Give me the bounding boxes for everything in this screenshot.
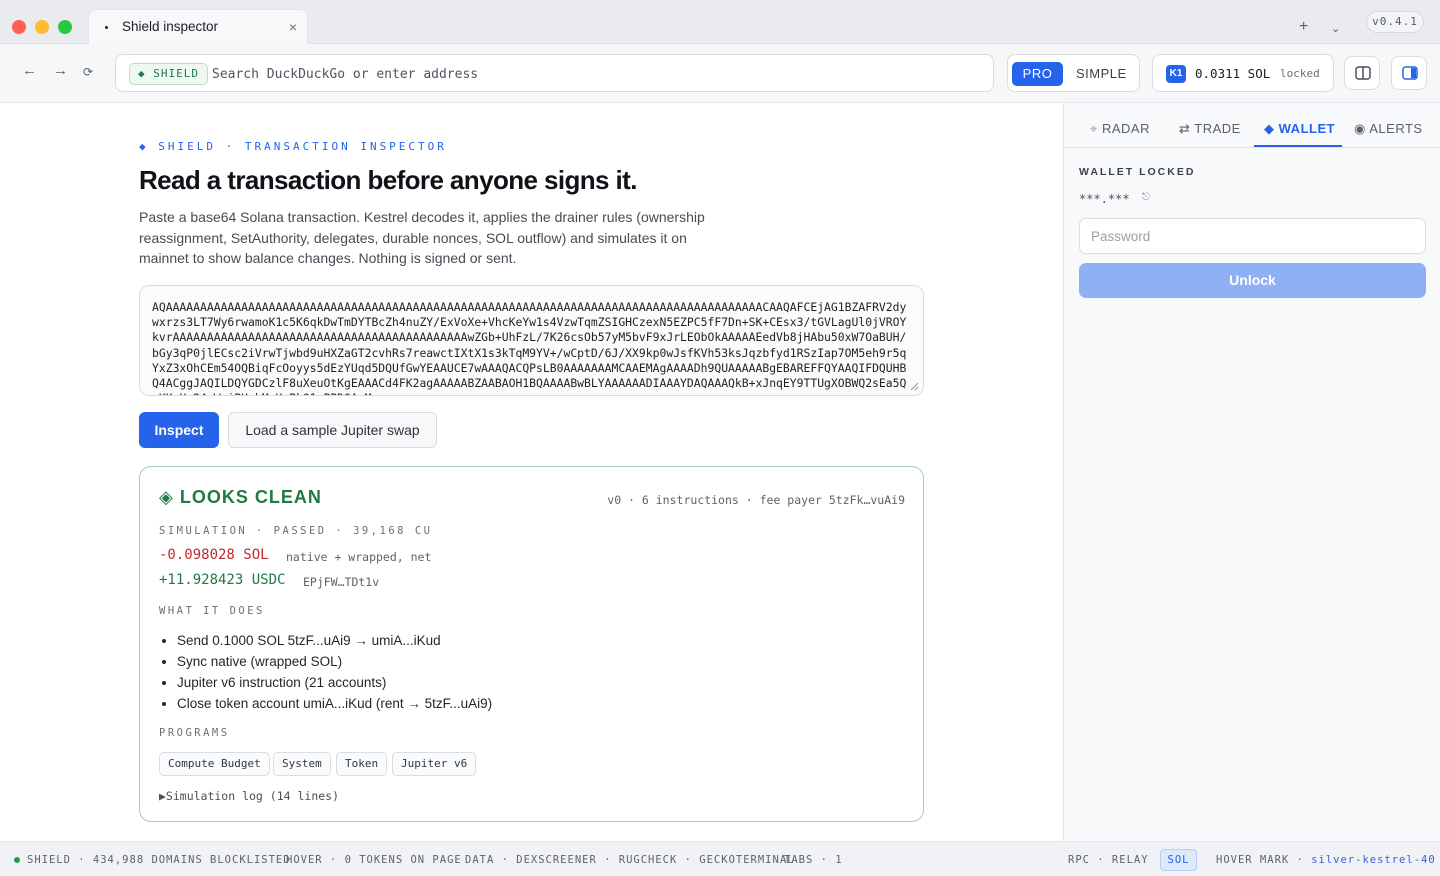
balance-amount: 0.0311 SOL (1195, 66, 1271, 81)
simulation-status: SIMULATION · PASSED · 39,168 CU (159, 525, 433, 537)
verdict-heading: ◈ LOOKS CLEAN (159, 487, 322, 508)
hover-mark-status: HOVER MARK · silver-kestrel-40 (1216, 854, 1436, 866)
usdc-mint-address: EPjFW…TDt1v (303, 575, 380, 589)
close-window-button[interactable] (12, 20, 26, 34)
new-tab-icon[interactable]: + (1299, 18, 1308, 36)
list-item: Close token account umiA...iKud (rent → … (177, 693, 492, 714)
inspector-main: ◆ SHIELD · TRANSACTION INSPECTOR Read a … (0, 103, 1063, 841)
split-view-button[interactable] (1344, 56, 1380, 90)
shield-chip[interactable]: ◆ SHIELD (129, 63, 208, 85)
program-chip-compute-budget: Compute Budget (159, 752, 270, 776)
transaction-meta: v0 · 6 instructions · fee payer 5tzFk…vu… (607, 493, 905, 507)
sol-balance-change: -0.098028 SOL (159, 547, 269, 563)
title-bar: Shield inspector × + ⌄ v0.4.1 (0, 0, 1440, 44)
minimize-window-button[interactable] (35, 20, 49, 34)
transaction-text[interactable]: AQAAAAAAAAAAAAAAAAAAAAAAAAAAAAAAAAAAAAAA… (152, 300, 912, 395)
verdict-diamond-icon: ◈ (159, 487, 174, 507)
tab-close-icon[interactable]: × (289, 19, 297, 35)
list-item: Sync native (wrapped SOL) (177, 651, 492, 672)
swap-arrows-icon: ⇄ (1179, 121, 1191, 136)
tab-wallet[interactable]: ◆ WALLET (1264, 121, 1335, 137)
inspect-button[interactable]: Inspect (139, 412, 219, 448)
forward-arrow-icon[interactable]: → (53, 62, 68, 79)
tab-favicon-dot (105, 26, 108, 29)
rpc-status: RPC · RELAY (1068, 854, 1149, 866)
side-panel: ⌖ RADAR ⇄ TRADE ◆ WALLET ◉ ALERTS WALLET… (1063, 103, 1440, 841)
radar-icon: ⌖ (1090, 121, 1098, 136)
address-bar[interactable]: ◆ SHIELD (115, 54, 994, 92)
simulation-log-toggle[interactable]: ▶Simulation log (14 lines) (159, 789, 339, 803)
data-sources-status: DATA · DEXSCREENER · RUGCHECK · GECKOTER… (465, 854, 795, 866)
zoom-window-button[interactable] (58, 20, 72, 34)
browser-tab[interactable]: Shield inspector × (88, 9, 308, 44)
alert-dot-icon: ◉ (1354, 121, 1366, 136)
hover-status: HOVER · 0 TOKENS ON PAGE (286, 854, 462, 866)
transaction-input[interactable]: AQAAAAAAAAAAAAAAAAAAAAAAAAAAAAAAAAAAAAAA… (139, 285, 924, 396)
hidden-balance: ***.*** (1079, 192, 1130, 206)
list-item: Jupiter v6 instruction (21 accounts) (177, 672, 492, 693)
program-chip-token: Token (336, 752, 388, 776)
back-arrow-icon[interactable]: ← (22, 62, 37, 79)
password-field[interactable] (1079, 218, 1426, 254)
page-description: Paste a base64 Solana transaction. Kestr… (139, 209, 705, 267)
version-badge: v0.4.1 (1366, 11, 1424, 33)
wallet-locked-label: WALLET LOCKED (1079, 166, 1196, 178)
toolbar: ← → ⟳ ◆ SHIELD PRO SIMPLE K1 0.0311 SOL … (0, 44, 1440, 103)
mode-toggle: PRO SIMPLE (1007, 54, 1140, 92)
list-item: Send 0.1000 SOL 5tzF...uAi9 → umiA...iKu… (177, 630, 492, 651)
program-chip-system: System (273, 752, 331, 776)
shield-status: SHIELD · 434,988 DOMAINS BLOCKLISTED (27, 854, 291, 866)
split-view-icon (1355, 66, 1371, 80)
tabs-status: TABS · 1 (784, 854, 843, 866)
tab-trade-label: TRADE (1194, 121, 1241, 136)
tab-trade[interactable]: ⇄ TRADE (1179, 121, 1241, 137)
sol-network-badge[interactable]: SOL (1160, 849, 1197, 871)
hover-mark-name: silver-kestrel-40 (1311, 854, 1436, 866)
diamond-icon: ◆ (1264, 121, 1275, 136)
tab-wallet-label: WALLET (1278, 121, 1336, 136)
tab-alerts-label: ALERTS (1369, 121, 1423, 136)
tab-title: Shield inspector (122, 19, 219, 34)
reveal-balance-icon[interactable]: ⎋ (1142, 192, 1150, 203)
tab-radar[interactable]: ⌖ RADAR (1090, 121, 1150, 137)
mode-pro-button[interactable]: PRO (1012, 62, 1063, 86)
tab-alerts[interactable]: ◉ ALERTS (1354, 121, 1423, 137)
sidebar-icon (1402, 66, 1418, 80)
action-list: Send 0.1000 SOL 5tzF...uAi9 → umiA...iKu… (177, 630, 492, 714)
usdc-balance-change: +11.928423 USDC (159, 572, 286, 588)
status-bar: SHIELD · 434,988 DOMAINS BLOCKLISTED HOV… (0, 841, 1440, 876)
unlock-button[interactable]: Unlock (1079, 263, 1426, 298)
programs-label: PROGRAMS (159, 727, 230, 739)
inspection-result: ◈ LOOKS CLEAN v0 · 6 instructions · fee … (139, 466, 924, 822)
load-sample-button[interactable]: Load a sample Jupiter swap (228, 412, 437, 448)
reload-icon[interactable]: ⟳ (83, 65, 93, 79)
what-it-does-label: WHAT IT DOES (159, 605, 265, 617)
verdict-text: LOOKS CLEAN (179, 487, 322, 507)
resize-handle-icon[interactable] (909, 381, 919, 391)
mode-simple-button[interactable]: SIMPLE (1076, 62, 1127, 86)
sol-change-note: native + wrapped, net (286, 550, 432, 564)
tab-list-chevron-icon[interactable]: ⌄ (1331, 22, 1340, 35)
tab-radar-label: RADAR (1101, 121, 1150, 136)
address-input[interactable] (212, 59, 972, 89)
page-title: Read a transaction before anyone signs i… (139, 165, 637, 195)
page-eyebrow: ◆ SHIELD · TRANSACTION INSPECTOR (139, 140, 447, 153)
tab-divider (1064, 147, 1440, 148)
wallet-balance[interactable]: K1 0.0311 SOL locked (1152, 54, 1334, 92)
program-chip-jupiter: Jupiter v6 (392, 752, 477, 776)
sidebar-toggle-button[interactable] (1391, 56, 1427, 90)
hover-mark-label: HOVER MARK · (1216, 854, 1304, 866)
shield-status-dot (14, 857, 20, 863)
balance-state: locked (1280, 67, 1320, 80)
wallet-key-badge: K1 (1166, 65, 1186, 83)
